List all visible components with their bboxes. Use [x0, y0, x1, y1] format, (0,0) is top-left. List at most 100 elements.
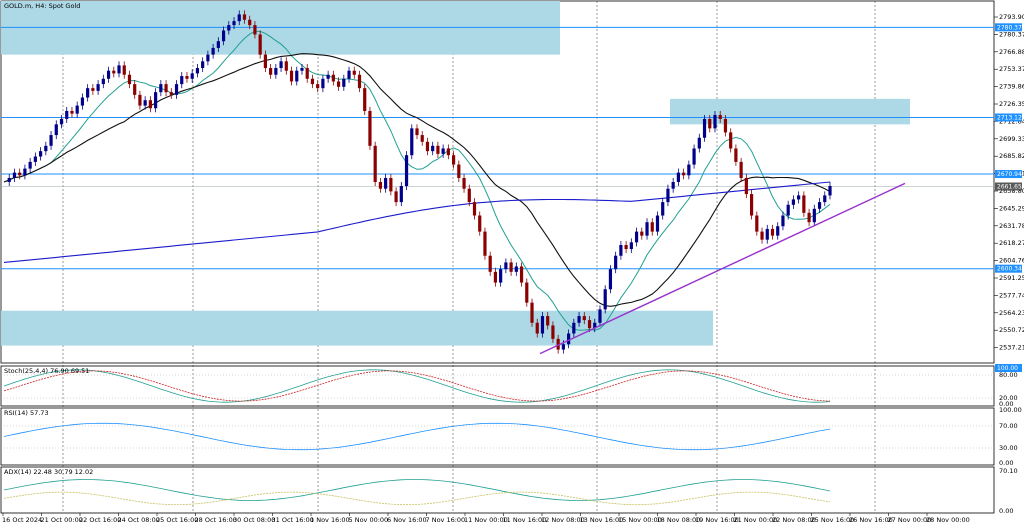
time-tick-label: 6 Nov 16:00 [387, 516, 427, 524]
price-tick-label: 2699.33 [999, 135, 1024, 143]
candle-body [572, 322, 576, 334]
time-tick-label: 16 Oct 2024 [2, 516, 42, 524]
candle-body [410, 128, 414, 156]
candle-body [190, 73, 194, 79]
price-tag-label: 2670.94 [997, 171, 1022, 178]
price-tick-label: 2739.86 [999, 83, 1024, 91]
candle-body [300, 68, 304, 71]
candle-body [598, 309, 602, 323]
time-tick-label: 18 Nov 08:00 [657, 516, 701, 524]
candle-body [431, 145, 435, 152]
candle-body [687, 164, 691, 176]
candle-body [159, 84, 163, 93]
adx-label: ADX(14) 22.48 30.79 12.02 [4, 468, 93, 476]
candle-body [478, 215, 482, 232]
candle-body [253, 25, 257, 35]
candle-body [655, 215, 660, 232]
candle-body [504, 262, 508, 270]
candle-body [133, 84, 137, 95]
candle-body [451, 155, 456, 165]
time-tick-label: 22 Oct 16:00 [79, 516, 121, 524]
candle-body [342, 78, 346, 87]
candle-body [352, 70, 356, 75]
time-tick-label: 22 Nov 08:00 [772, 516, 816, 524]
candle-body [316, 84, 320, 89]
candle-body [112, 70, 116, 74]
candle-body [514, 266, 518, 272]
candle-body [791, 199, 796, 205]
candle-body [28, 161, 32, 169]
price-tick-label: 2604.76 [999, 257, 1024, 265]
candle-body [817, 202, 822, 209]
price-tick-label: 2766.88 [999, 48, 1024, 56]
candle-body [326, 74, 330, 79]
candle-body [713, 114, 717, 129]
candle-body [127, 74, 132, 85]
price-tick-label: 2550.72 [999, 326, 1024, 334]
chart-title: GOLD.m, H4: Spot Gold [4, 2, 80, 10]
time-tick-label: 11 Nov 16:00 [503, 516, 547, 524]
price-tag-label: 2713.12 [997, 114, 1022, 121]
price-zone [1, 310, 713, 346]
candle-body [540, 316, 545, 334]
trading-chart[interactable]: GOLD.m, H4: Spot Gold 2793.90 2780.37 2766… [0, 0, 1024, 526]
candle-body [357, 74, 362, 89]
time-tick-label: 19 Nov 16:00 [695, 516, 739, 524]
candle-body [148, 100, 152, 109]
time-tick-label: 21 Oct 00:00 [41, 516, 83, 524]
candle-body [96, 84, 100, 91]
candle-body [546, 316, 550, 326]
candle-body [483, 231, 487, 256]
time-tick-label: 13 Nov 16:00 [580, 516, 624, 524]
candle-body [54, 124, 58, 136]
candle-body [373, 145, 377, 182]
candle-body [310, 78, 315, 85]
candle-body [525, 282, 529, 303]
candle-body [33, 156, 37, 162]
candle-body [802, 195, 806, 213]
candle-body [154, 92, 158, 109]
candle-body [770, 228, 775, 236]
price-tick-label: 2780.37 [999, 30, 1024, 38]
candle-body [582, 316, 586, 321]
rsi-tick-label: 100.00 [999, 406, 1022, 414]
candle-body [274, 68, 278, 75]
candle-body [624, 245, 628, 250]
candle-body [467, 188, 471, 203]
candle-body [101, 78, 105, 85]
candle-body [227, 25, 231, 31]
time-tick-label: 31 Oct 16:00 [272, 516, 314, 524]
candle-body [7, 177, 11, 182]
candle-body [117, 65, 121, 74]
candle-body [164, 84, 168, 93]
stoch-tag-label: 100.00 [997, 365, 1018, 372]
price-tick-label: 2753.37 [999, 65, 1024, 73]
price-tag-label: 2661.65 [997, 183, 1022, 190]
candle-body [697, 137, 701, 149]
candle-body [488, 255, 492, 272]
price-tick-label: 2618.27 [999, 239, 1024, 247]
candle-body [284, 61, 288, 71]
time-tick-label: 26 Nov 16:00 [849, 516, 893, 524]
candle-body [567, 333, 571, 345]
candle-body [420, 135, 424, 142]
stoch-tick-label: 80.00 [999, 371, 1018, 379]
candle-body [389, 177, 393, 192]
candle-body [744, 177, 748, 195]
candle-body [65, 110, 69, 119]
candle-body [399, 186, 403, 203]
candle-body [828, 186, 832, 196]
price-tick-label: 2631.78 [999, 222, 1024, 230]
candle-body [739, 161, 743, 178]
candle-body [692, 148, 696, 165]
candle-body [776, 226, 780, 236]
adx-tick-label: 70.10 [999, 467, 1018, 475]
rsi-tick-label: 70.00 [999, 422, 1018, 430]
candle-body [603, 289, 607, 310]
candle-body [509, 262, 513, 272]
candle-body [499, 269, 503, 283]
candle-body [441, 148, 445, 154]
time-tick-label: 27 Nov 00:00 [888, 516, 932, 524]
candle-body [321, 78, 325, 89]
candle-body [760, 231, 764, 240]
